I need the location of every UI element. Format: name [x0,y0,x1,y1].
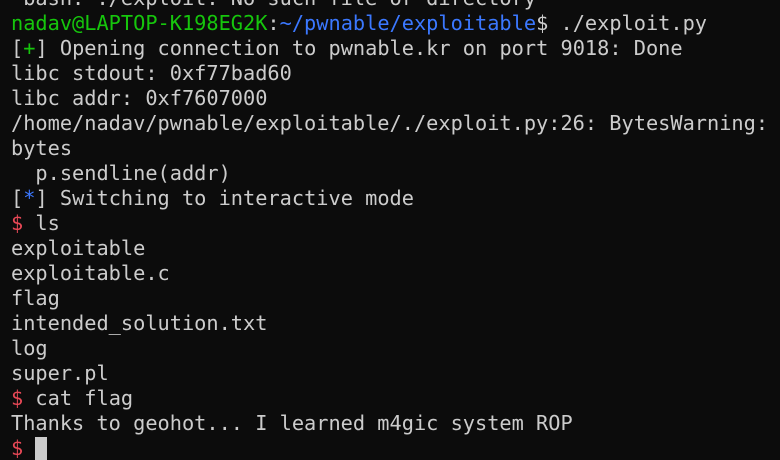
shell-command-line: $ cat flag [11,386,780,411]
shell-prompt-symbol: $ [11,436,24,460]
output-line: /home/nadav/pwnable/exploitable/./exploi… [11,111,769,135]
error-text: -bash: ./exploit: No such file or direct… [11,0,536,10]
shell-prompt-symbol: $ [11,211,24,235]
error-line: -bash: ./exploit: No such file or direct… [11,0,780,11]
status-open-bracket: [ [11,36,24,60]
flag-output: Thanks to geohot... I learned m4gic syst… [11,411,573,435]
prompt-colon: : [267,11,280,35]
prompt-path: ~/pwnable/exploitable [279,11,537,35]
shell-command-line: $ ls [11,211,780,236]
command-text: ./exploit.py [548,11,708,35]
ls-output-item: exploitable [11,236,146,260]
output-line: bytes [11,136,73,160]
output-line: libc addr: 0xf7607000 [11,86,268,110]
ls-output-item: exploitable.c [11,261,170,285]
output-line: p.sendline(addr) [11,161,231,185]
input-prompt-line[interactable]: $ [11,436,780,460]
terminal-window[interactable]: -bash: ./exploit: No such file or direct… [0,0,780,460]
status-text: Opening connection to pwnable.kr on port… [47,36,683,60]
status-line-connection: [+] Opening connection to pwnable.kr on … [11,36,780,61]
output-line: libc stdout: 0xf77bad60 [11,61,292,85]
ls-command: ls [23,211,60,235]
ls-output-item: log [11,336,48,360]
prompt-dollar: $ [536,11,549,35]
ls-output-item: super.pl [11,361,109,385]
plus-icon: + [23,36,36,60]
status-open-bracket: [ [11,186,24,210]
status-line-interactive: [*] Switching to interactive mode [11,186,780,211]
terminal-output: -bash: ./exploit: No such file or direct… [11,0,780,460]
shell-prompt-symbol: $ [11,386,24,410]
ls-output-item: intended_solution.txt [11,311,268,335]
star-icon: * [23,186,36,210]
text-cursor[interactable] [35,437,48,460]
ls-output-item: flag [11,286,60,310]
status-text: Switching to interactive mode [47,186,414,210]
cat-command: cat flag [23,386,134,410]
bash-prompt-line: nadav@LAPTOP-K198EG2K:~/pwnable/exploita… [11,11,780,36]
status-close-bracket: ] [35,186,48,210]
status-close-bracket: ] [35,36,48,60]
prompt-user-host: nadav@LAPTOP-K198EG2K [11,11,268,35]
